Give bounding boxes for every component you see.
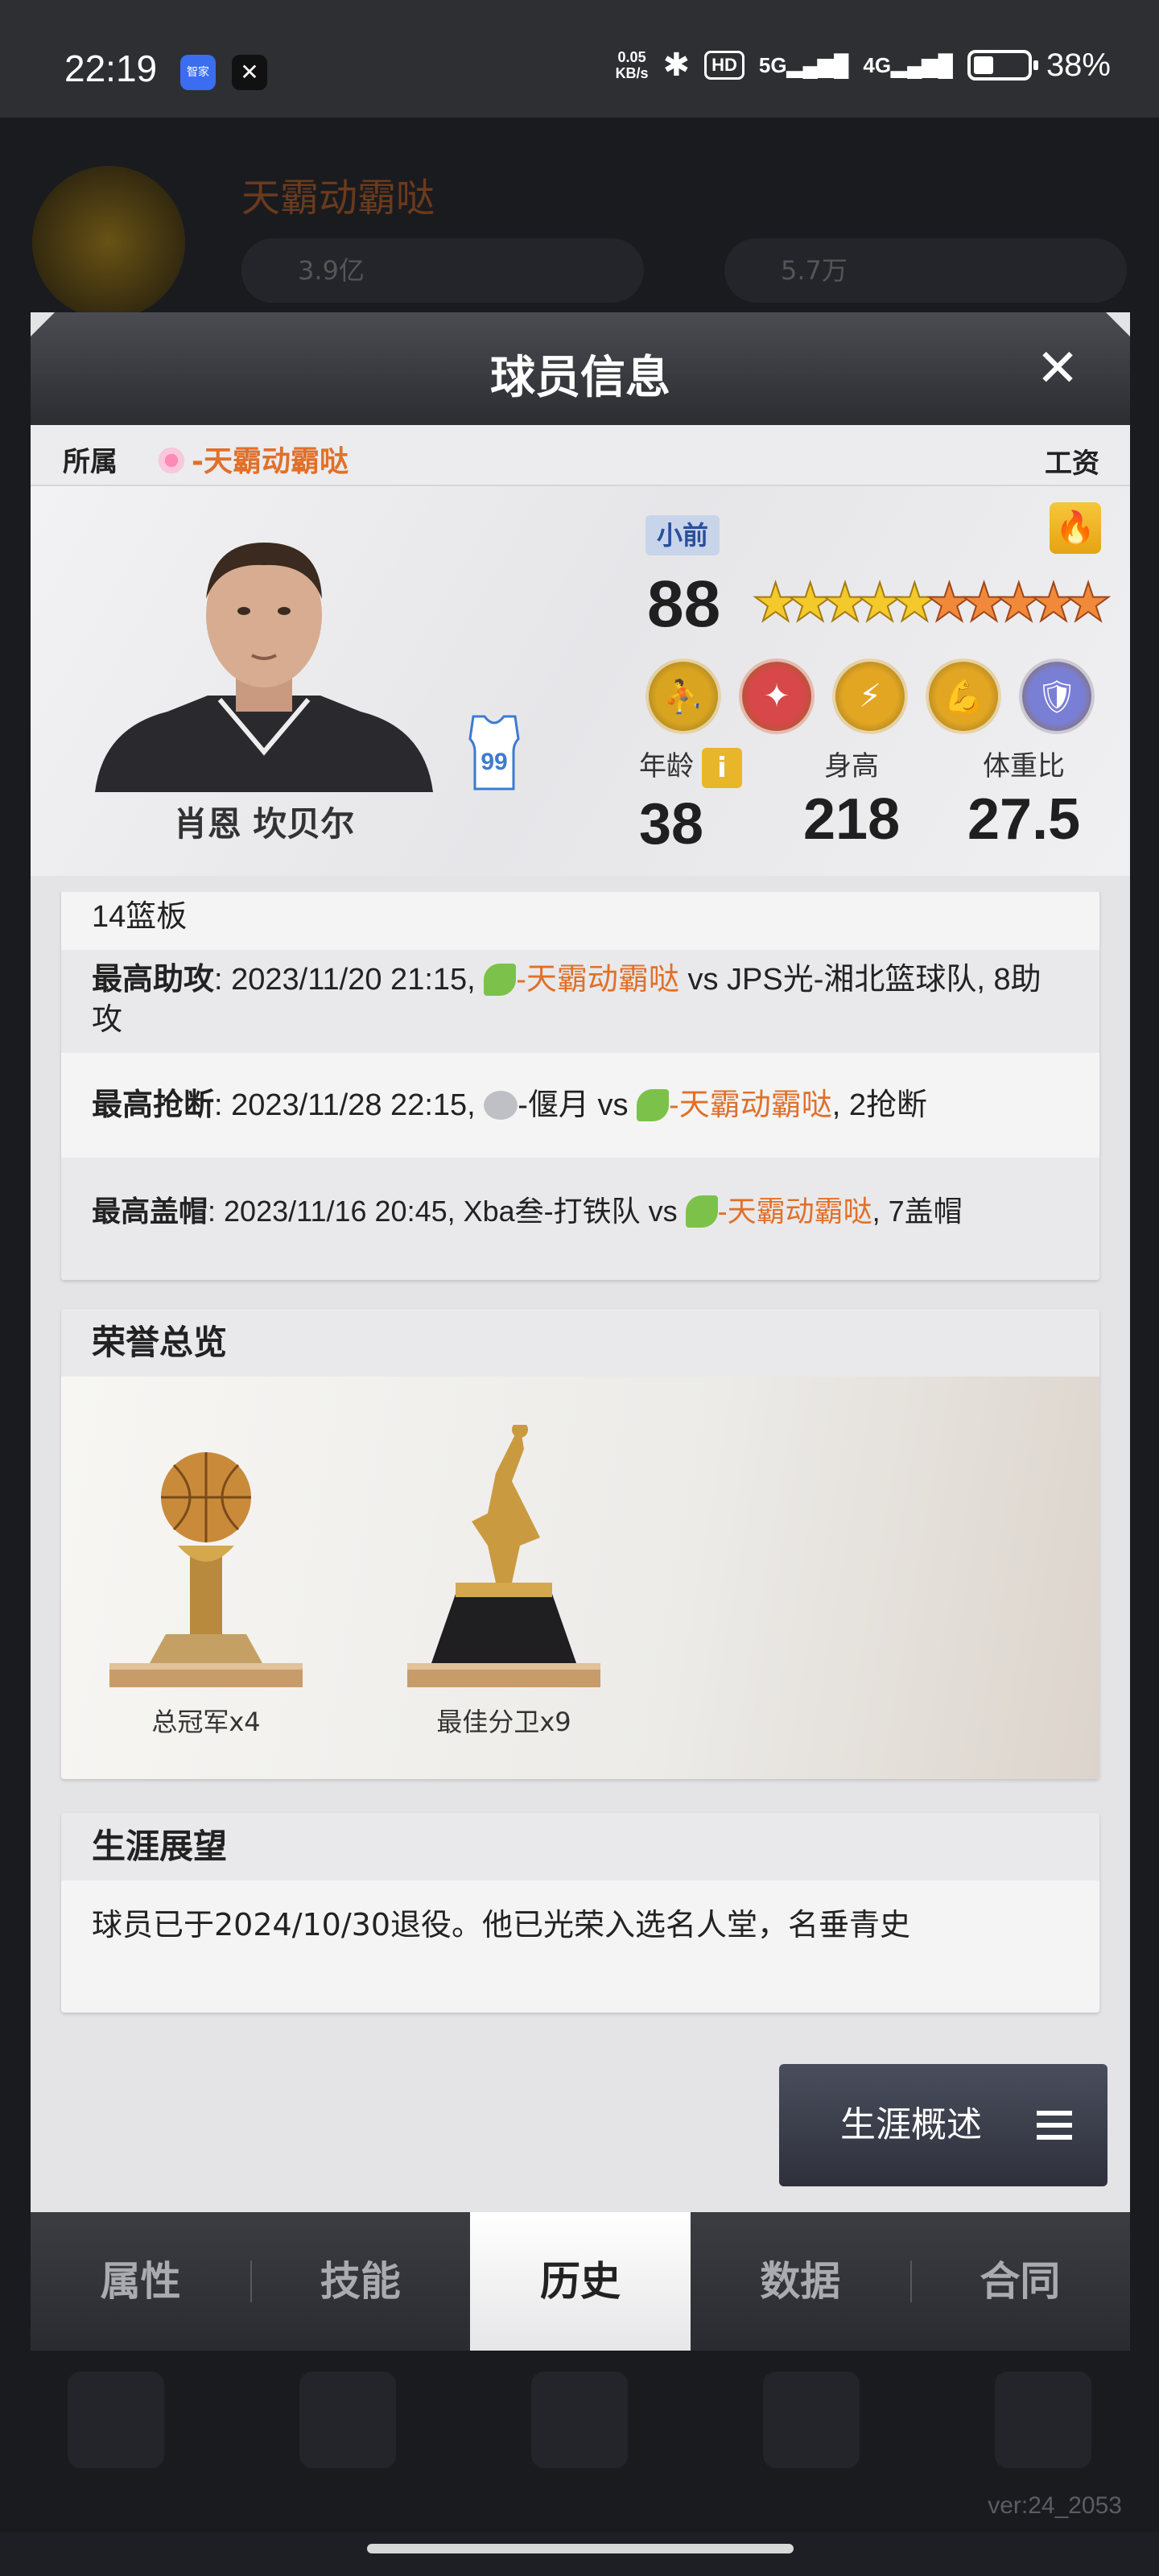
record-assists: 最高助攻: 2023/11/20 21:15, -天霸动霸哒 vs JPS光-湘… [61, 950, 1099, 1053]
position-badge: 小前 [645, 515, 720, 555]
signal-5g-icon: 5G▂▄▆█ [758, 52, 849, 77]
home-indicator[interactable] [367, 2544, 794, 2553]
leaf-icon [484, 964, 517, 996]
battery-icon [967, 50, 1038, 80]
honors-title: 荣誉总览 [61, 1309, 1099, 1377]
leaf-icon [637, 1089, 670, 1121]
career-overview-button[interactable]: 生涯概述 [779, 2064, 1107, 2186]
records-box: 14篮板 最高助攻: 2023/11/20 21:15, -天霸动霸哒 vs J… [61, 892, 1099, 1280]
team-bar: 所属 -天霸动霸哒 工资 [31, 425, 1130, 486]
defense-skill-icon[interactable]: 🛡 [1019, 658, 1095, 734]
strength-skill-icon[interactable]: 💪 [926, 658, 1001, 734]
menu-icon [1037, 2111, 1072, 2140]
honors-section: 荣誉总览 总冠军x4 最佳分卫x9 [61, 1309, 1099, 1779]
weight-stat: 体重比 27.5 [967, 744, 1080, 852]
status-time: 22:19 [64, 47, 158, 89]
background-nav-item [995, 2372, 1091, 2468]
background-nav-item [299, 2372, 396, 2468]
height-value: 218 [803, 787, 901, 852]
close-icon[interactable]: ✕ [1032, 343, 1083, 394]
signal-4g-icon: 4G▂▄▆█ [863, 52, 953, 77]
player-card: 肖恩 坎贝尔 99 小前 🔥 88 ★ ★ ★ ★ ★ ★ ★ ★ ★ ★ ⛹ ✦ ⚡ 💪 🛡 年龄 i 3… [31, 486, 1130, 876]
tab-attributes[interactable]: 属性 [31, 2212, 250, 2351]
history-content[interactable]: 14篮板 最高助攻: 2023/11/20 21:15, -天霸动霸哒 vs J… [31, 892, 1130, 2032]
age-stat: 年龄 i 38 [639, 744, 742, 857]
skill-badges: ⛹ ✦ ⚡ 💪 🛡 [645, 658, 1095, 734]
team-link[interactable]: -天霸动霸哒 [718, 1195, 872, 1228]
smart-home-app-icon: 智家 [180, 55, 216, 90]
championship-trophy-icon [109, 1452, 303, 1687]
honors-area: 总冠军x4 最佳分卫x9 [61, 1377, 1099, 1779]
battery-percent: 38% [1046, 47, 1111, 83]
modal-header: 球员信息 ✕ [31, 312, 1130, 425]
jersey-number: 99 [481, 749, 507, 775]
career-text: 球员已于2024/10/30退役。他已光荣入选名人堂，名垂青史 [61, 1880, 1099, 1969]
star-rating: ★ ★ ★ ★ ★ ★ ★ ★ ★ ★ [751, 574, 1113, 632]
team-label: 所属 [63, 446, 118, 478]
player-portrait [95, 543, 433, 792]
network-speed: 0.05 KB/s [615, 49, 649, 81]
bottom-tabs: 属性 技能 历史 数据 合同 [31, 2212, 1130, 2351]
weight-label: 体重比 [983, 750, 1066, 782]
background-nav-item [763, 2372, 860, 2468]
tab-data[interactable]: 数据 [691, 2212, 910, 2351]
jersey-icon: 99 [468, 715, 520, 791]
shooter-skill-icon[interactable]: ⛹ [645, 658, 721, 734]
mouse-icon [484, 1091, 518, 1120]
background-team-name: 天霸动霸哒 [241, 175, 435, 221]
honor-label: 总冠军x4 [151, 1707, 261, 1737]
team-logo [32, 166, 185, 319]
partial-record: 14篮板 [92, 900, 188, 934]
dribble-skill-icon[interactable]: ✦ [739, 658, 815, 734]
background-nav-item [531, 2372, 628, 2468]
star-icon: ★ [1064, 572, 1113, 634]
age-label: 年龄 [639, 750, 694, 782]
background-nav-item [68, 2372, 164, 2468]
career-title: 生涯展望 [61, 1813, 1099, 1880]
status-indicators: 0.05 KB/s ✱ HD 5G▂▄▆█ 4G▂▄▆█ 38% [616, 47, 1111, 84]
version-label: ver:24_2053 [988, 2492, 1122, 2519]
player-name: 肖恩 坎贝尔 [173, 804, 355, 844]
team-link[interactable]: -天霸动霸哒 [669, 1088, 832, 1122]
player-info-modal: 球员信息 ✕ 所属 -天霸动霸哒 工资 肖恩 坎贝尔 99 小前 🔥 88 ★ ★… [31, 312, 1130, 2351]
record-steals: 最高抢断: 2023/11/28 22:15, -偃月 vs -天霸动霸哒, 2… [92, 1088, 927, 1122]
x-app-icon: ✕ [232, 55, 267, 90]
background-nav [0, 2331, 1159, 2508]
tab-history[interactable]: 历史 [470, 2212, 691, 2351]
weight-value: 27.5 [967, 787, 1081, 852]
status-bar: 22:19 智家 ✕ 0.05 KB/s ✱ HD 5G▂▄▆█ 4G▂▄▆█ … [0, 0, 1159, 118]
tab-skills[interactable]: 技能 [250, 2212, 470, 2351]
fire-icon[interactable]: 🔥 [1050, 502, 1101, 554]
height-label: 身高 [824, 750, 880, 782]
best-guard-trophy-icon [407, 1425, 600, 1687]
age-value: 38 [639, 791, 704, 857]
bluetooth-icon: ✱ [662, 47, 691, 83]
coins-counter: 3.9亿 [241, 238, 644, 303]
tab-contract[interactable]: 合同 [909, 2212, 1130, 2351]
flower-icon [156, 445, 187, 476]
record-blocks: 最高盖帽: 2023/11/16 20:45, Xba叁-打铁队 vs -天霸动… [61, 1158, 1099, 1280]
hd-voice-icon: HD [704, 51, 744, 80]
career-section: 生涯展望 球员已于2024/10/30退役。他已光荣入选名人堂，名垂青史 [61, 1813, 1099, 2013]
modal-title: 球员信息 [490, 352, 670, 404]
height-stat: 身高 218 [803, 744, 900, 852]
player-rating: 88 [647, 568, 721, 641]
speed-skill-icon[interactable]: ⚡ [832, 658, 908, 734]
info-icon[interactable]: i [702, 747, 742, 788]
leaf-icon [685, 1195, 718, 1228]
salary-label: 工资 [1045, 448, 1099, 480]
gems-counter: 5.7万 [724, 238, 1127, 303]
team-link[interactable]: -天霸动霸哒 [516, 963, 679, 997]
honor-label: 最佳分卫x9 [436, 1707, 571, 1737]
team-link[interactable]: -天霸动霸哒 [156, 438, 349, 480]
